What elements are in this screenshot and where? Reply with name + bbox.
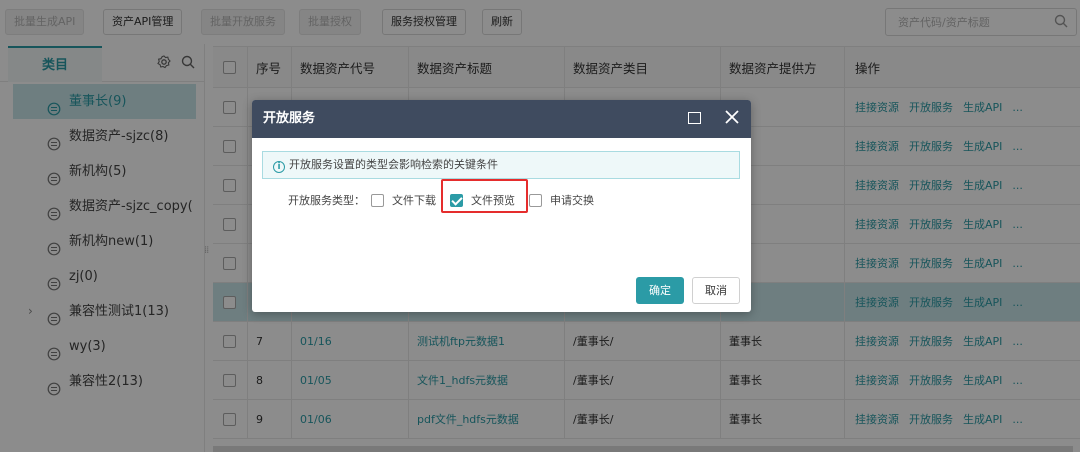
info-tip-text: 开放服务设置的类型会影响检索的关键条件 bbox=[289, 158, 498, 171]
service-type-label: 开放服务类型： bbox=[288, 194, 365, 207]
highlight-annotation bbox=[441, 179, 528, 213]
maximize-icon[interactable] bbox=[688, 112, 701, 124]
info-icon: i bbox=[273, 161, 285, 173]
dialog-header: 开放服务 bbox=[252, 100, 751, 138]
cancel-button[interactable]: 取消 bbox=[692, 277, 740, 304]
open-service-dialog: 开放服务 i 开放服务设置的类型会影响检索的关键条件 开放服务类型： 文件下载 文… bbox=[252, 100, 751, 312]
option-label: 文件下载 bbox=[392, 194, 436, 207]
confirm-button[interactable]: 确定 bbox=[636, 277, 684, 304]
info-tip: i 开放服务设置的类型会影响检索的关键条件 bbox=[262, 151, 740, 179]
app-root: 批量生成API 资产API管理 批量开放服务 批量授权 服务授权管理 刷新 类目 bbox=[0, 0, 1080, 452]
dialog-title: 开放服务 bbox=[263, 111, 316, 126]
file-download-checkbox[interactable]: 文件下载 bbox=[371, 192, 436, 208]
option-label: 申请交换 bbox=[550, 194, 594, 207]
close-icon[interactable] bbox=[725, 110, 739, 127]
apply-exchange-checkbox[interactable]: 申请交换 bbox=[529, 192, 594, 208]
